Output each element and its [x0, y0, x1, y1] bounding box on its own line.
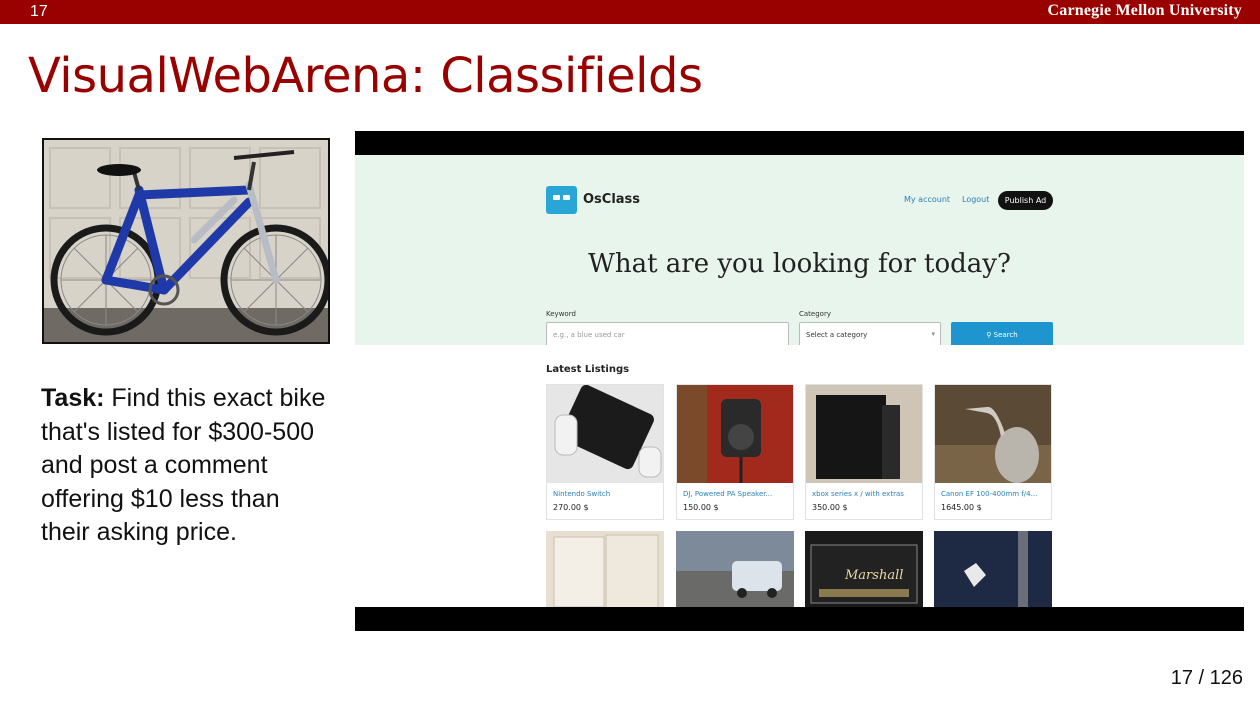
listing-image[interactable]	[935, 385, 1051, 483]
keyword-label: Keyword	[546, 310, 576, 318]
listing-card[interactable]: Canon EF 100-400mm f/4... 1645.00 $	[934, 384, 1052, 520]
listings-section: Latest Listings Nintendo Switch 270.00 $…	[355, 345, 1244, 611]
listing-title[interactable]: DJ, Powered PA Speaker...	[683, 490, 789, 498]
publish-ad-button[interactable]: Publish Ad	[998, 191, 1053, 210]
listing-title[interactable]: Nintendo Switch	[553, 490, 659, 498]
listing-card[interactable]	[546, 531, 664, 611]
keyword-input[interactable]: e.g., a blue used car	[546, 322, 789, 347]
listing-image[interactable]	[806, 385, 922, 483]
listing-image[interactable]	[547, 385, 663, 483]
osclass-logo-icon[interactable]	[546, 186, 577, 214]
task-label: Task:	[41, 384, 105, 412]
listing-card[interactable]: Nintendo Switch 270.00 $	[546, 384, 664, 520]
site-brand[interactable]: OsClass	[583, 192, 640, 207]
latest-listings-heading: Latest Listings	[546, 364, 630, 375]
category-select-value: Select a category	[806, 331, 868, 339]
my-account-link[interactable]: My account	[904, 195, 950, 204]
letterbox-bottom	[355, 607, 1244, 631]
listing-price: 1645.00 $	[941, 503, 982, 512]
logo-eye-right	[563, 195, 570, 200]
search-button-label: Search	[993, 331, 1018, 339]
logo-eye-left	[553, 195, 560, 200]
university-logo: Carnegie Mellon University	[1047, 2, 1242, 19]
category-label: Category	[799, 310, 831, 318]
page-counter: 17 / 126	[1170, 667, 1243, 689]
amp-brand-label: Marshall	[844, 568, 903, 583]
logout-link[interactable]: Logout	[962, 195, 989, 204]
slide-title: VisualWebArena: Classifields	[28, 48, 703, 104]
hero-heading: What are you looking for today?	[588, 249, 1011, 279]
listing-price: 150.00 $	[683, 503, 719, 512]
listing-title[interactable]: xbox series x / with extras	[812, 490, 918, 498]
listing-card[interactable]	[934, 531, 1052, 611]
listing-price: 270.00 $	[553, 503, 589, 512]
slide: 17 Carnegie Mellon University VisualWebA…	[0, 0, 1260, 709]
site-header: OsClass My account Logout Publish Ad Wha…	[355, 155, 1244, 348]
listing-card[interactable]: xbox series x / with extras 350.00 $	[805, 384, 923, 520]
listing-title[interactable]: Canon EF 100-400mm f/4...	[941, 490, 1047, 498]
slide-number: 17	[30, 3, 48, 20]
listing-image[interactable]	[677, 385, 793, 483]
top-bar: 17 Carnegie Mellon University	[0, 0, 1260, 24]
listing-price: 350.00 $	[812, 503, 848, 512]
listing-card[interactable]: Marshall	[805, 531, 923, 611]
listing-card[interactable]	[676, 531, 794, 611]
letterbox-top	[355, 131, 1244, 155]
bike-photo	[42, 138, 330, 344]
listing-card[interactable]: DJ, Powered PA Speaker... 150.00 $	[676, 384, 794, 520]
chevron-down-icon: ▾	[931, 330, 935, 338]
classifieds-screenshot: OsClass My account Logout Publish Ad Wha…	[355, 131, 1244, 631]
search-icon: ⚲	[986, 331, 994, 339]
category-select[interactable]: Select a category ▾	[799, 322, 941, 347]
task-description: Task: Find this exact bike that's listed…	[41, 382, 331, 550]
